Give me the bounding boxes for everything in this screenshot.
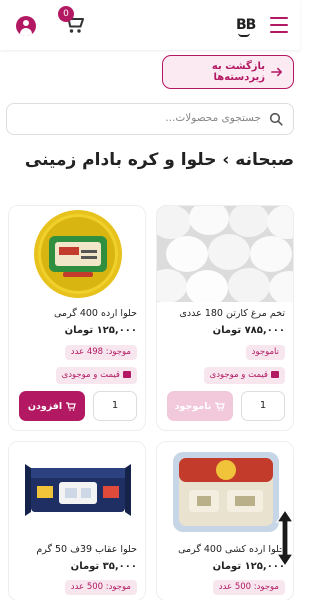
menu-icon[interactable] [270, 17, 288, 33]
cart-add-icon [66, 401, 76, 411]
product-card[interactable]: حلوا ارده 400 گرمی ۱۲۵,۰۰۰ تومان موجود: … [8, 205, 146, 431]
price-and-stock-button[interactable]: قیمت و موجودی [55, 367, 137, 384]
product-price: ۱۲۵,۰۰۰ تومان [212, 561, 285, 572]
cart-count-badge: 0 [58, 6, 74, 22]
stock-badge: موجود: 498 عدد [64, 345, 137, 360]
quantity-input[interactable]: 1 [241, 391, 285, 421]
product-name: حلوا عقاب 39ف 50 گرم [36, 544, 137, 555]
top-bar: 0 BB [0, 0, 300, 50]
product-price: ۳۵,۰۰۰ تومان [70, 561, 137, 572]
cart-add-icon [215, 401, 226, 411]
arrow-right-icon [271, 67, 283, 77]
search-icon[interactable] [269, 112, 283, 126]
product-price: ۱۲۵,۰۰۰ تومان [64, 325, 137, 336]
brand-logo[interactable]: BB [236, 17, 256, 33]
add-button-label: افزودن [27, 400, 63, 412]
search-placeholder: جستجوی محصولات... [165, 112, 261, 124]
product-price: ۷۸۵,۰۰۰ تومان [212, 325, 285, 336]
product-image-halva-ardeh[interactable] [9, 206, 145, 302]
stock-badge: موجود: 500 عدد [64, 580, 137, 595]
quantity-input[interactable]: 1 [93, 391, 137, 421]
add-button-label: ناموجود [174, 400, 212, 412]
add-to-cart-button[interactable]: افزودن [19, 391, 85, 421]
store-icon [123, 371, 131, 378]
stock-badge: ناموجود [245, 345, 285, 360]
product-card[interactable]: تخم مرغ کارتن 180 عددی ۷۸۵,۰۰۰ تومان نام… [156, 205, 294, 431]
store-icon [271, 371, 279, 378]
logo-smile [238, 33, 250, 37]
back-to-subcategories-button[interactable]: بازگشت به زیردسته‌ها [162, 55, 294, 89]
product-name: حلوا ارده کشی 400 گرمی [178, 544, 285, 555]
price-and-stock-label: قیمت و موجودی [61, 370, 120, 380]
page-title: صبحانه › حلوا و کره بادام زمینی [24, 150, 294, 170]
product-image-eggs[interactable] [157, 206, 293, 302]
product-card[interactable]: حلوا عقاب 39ف 50 گرم ۳۵,۰۰۰ تومان موجود:… [8, 441, 146, 600]
cart-button[interactable]: 0 [58, 6, 86, 36]
product-name: حلوا ارده 400 گرمی [54, 308, 137, 319]
product-name: تخم مرغ کارتن 180 عددی [179, 308, 285, 319]
search-input[interactable]: جستجوی محصولات... [6, 103, 294, 135]
user-avatar-icon[interactable] [16, 16, 36, 36]
price-and-stock-label: قیمت و موجودی [209, 370, 268, 380]
out-of-stock-button[interactable]: ناموجود [167, 391, 233, 421]
back-button-label: بازگشت به زیردسته‌ها [211, 61, 266, 83]
stock-badge: موجود: 500 عدد [212, 580, 285, 595]
product-image-halva-oghab[interactable] [9, 442, 145, 538]
scroll-handle-icon[interactable] [274, 508, 296, 568]
price-and-stock-button[interactable]: قیمت و موجودی [203, 367, 285, 384]
